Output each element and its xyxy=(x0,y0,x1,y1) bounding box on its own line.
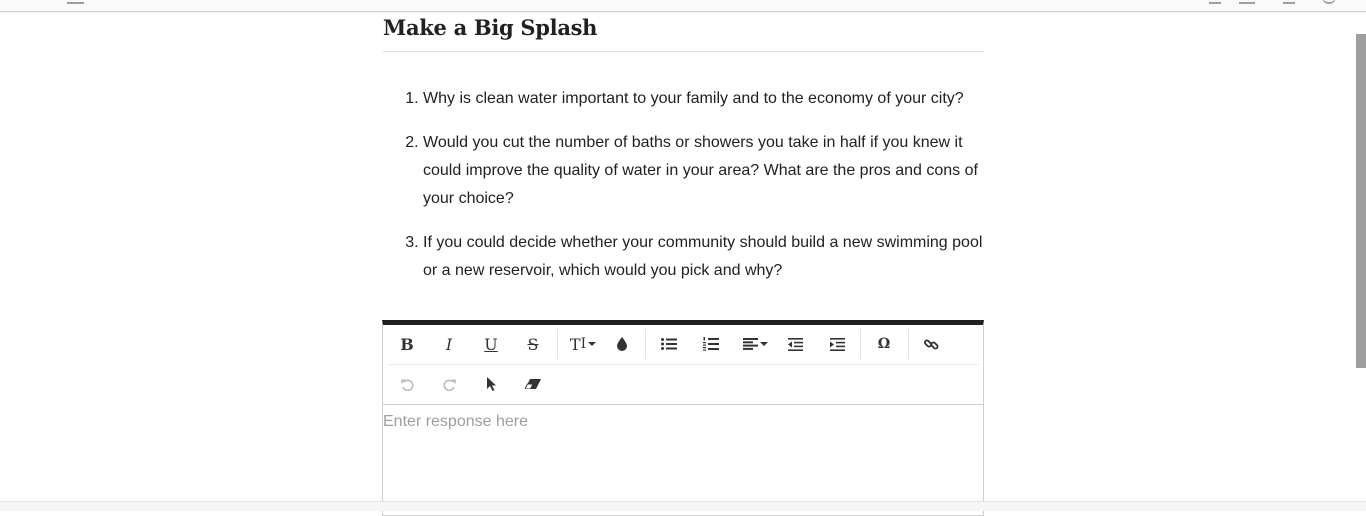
list-item: Would you cut the number of baths or sho… xyxy=(423,129,984,213)
bookmark-icon[interactable] xyxy=(1209,0,1221,4)
select-all-button[interactable] xyxy=(476,370,506,398)
toolbar-divider xyxy=(860,329,861,359)
bulleted-list-icon xyxy=(661,338,677,350)
redo-button[interactable] xyxy=(434,370,464,398)
insert-link-button[interactable] xyxy=(916,330,946,358)
align-dropdown[interactable] xyxy=(737,330,773,358)
response-editor: B I U S TI Ω Enter response here xyxy=(382,320,984,516)
main-content: Make a Big Splash Why is clean water imp… xyxy=(383,12,984,301)
toolbar-divider xyxy=(908,329,909,359)
eraser-icon xyxy=(525,379,541,389)
menu-icon[interactable] xyxy=(67,0,84,4)
indent-button[interactable] xyxy=(822,330,852,358)
font-size-icon: T xyxy=(569,334,581,354)
ink-drop-icon xyxy=(617,337,627,351)
indent-icon xyxy=(829,337,845,351)
browser-top-bar xyxy=(0,0,1366,12)
account-icon[interactable] xyxy=(1322,0,1336,4)
question-list: Why is clean water important to your fam… xyxy=(383,85,984,285)
list-item: If you could decide whether your communi… xyxy=(423,229,984,285)
strikethrough-button[interactable]: S xyxy=(518,330,548,358)
font-size-dropdown[interactable]: TI xyxy=(565,330,601,358)
toolbar-row xyxy=(387,365,983,404)
undo-button[interactable] xyxy=(392,370,422,398)
bold-button[interactable]: B xyxy=(392,330,422,358)
text-color-button[interactable] xyxy=(607,330,637,358)
chevron-down-icon xyxy=(759,342,768,346)
toolbar-row: B I U S TI Ω xyxy=(387,325,979,365)
italic-icon: I xyxy=(445,334,453,354)
outdent-icon xyxy=(787,337,803,351)
scrollbar[interactable] xyxy=(1356,34,1366,368)
strikethrough-icon: S xyxy=(527,334,539,354)
cursor-icon xyxy=(486,376,496,391)
list-icon[interactable] xyxy=(1239,0,1255,4)
page-title: Make a Big Splash xyxy=(383,12,984,52)
omega-icon: Ω xyxy=(877,336,891,352)
bold-icon: B xyxy=(400,334,414,354)
special-character-button[interactable]: Ω xyxy=(869,330,899,358)
outdent-button[interactable] xyxy=(780,330,810,358)
undo-icon xyxy=(400,379,413,391)
toolbar-divider xyxy=(645,329,646,359)
editor-toolbar: B I U S TI Ω xyxy=(383,325,983,405)
align-left-icon xyxy=(742,338,758,350)
toolbar-divider xyxy=(557,329,558,359)
response-input[interactable] xyxy=(383,413,983,513)
chevron-down-icon xyxy=(588,342,597,346)
link-icon xyxy=(923,339,938,349)
clear-formatting-button[interactable] xyxy=(518,370,548,398)
numbered-list-button[interactable] xyxy=(696,330,726,358)
underline-button[interactable]: U xyxy=(476,330,506,358)
download-icon[interactable] xyxy=(1283,0,1295,4)
underline-icon: U xyxy=(484,334,498,354)
numbered-list-icon xyxy=(703,337,719,351)
redo-icon xyxy=(443,379,456,391)
bulleted-list-button[interactable] xyxy=(654,330,684,358)
list-item: Why is clean water important to your fam… xyxy=(423,85,984,113)
italic-button[interactable]: I xyxy=(434,330,464,358)
